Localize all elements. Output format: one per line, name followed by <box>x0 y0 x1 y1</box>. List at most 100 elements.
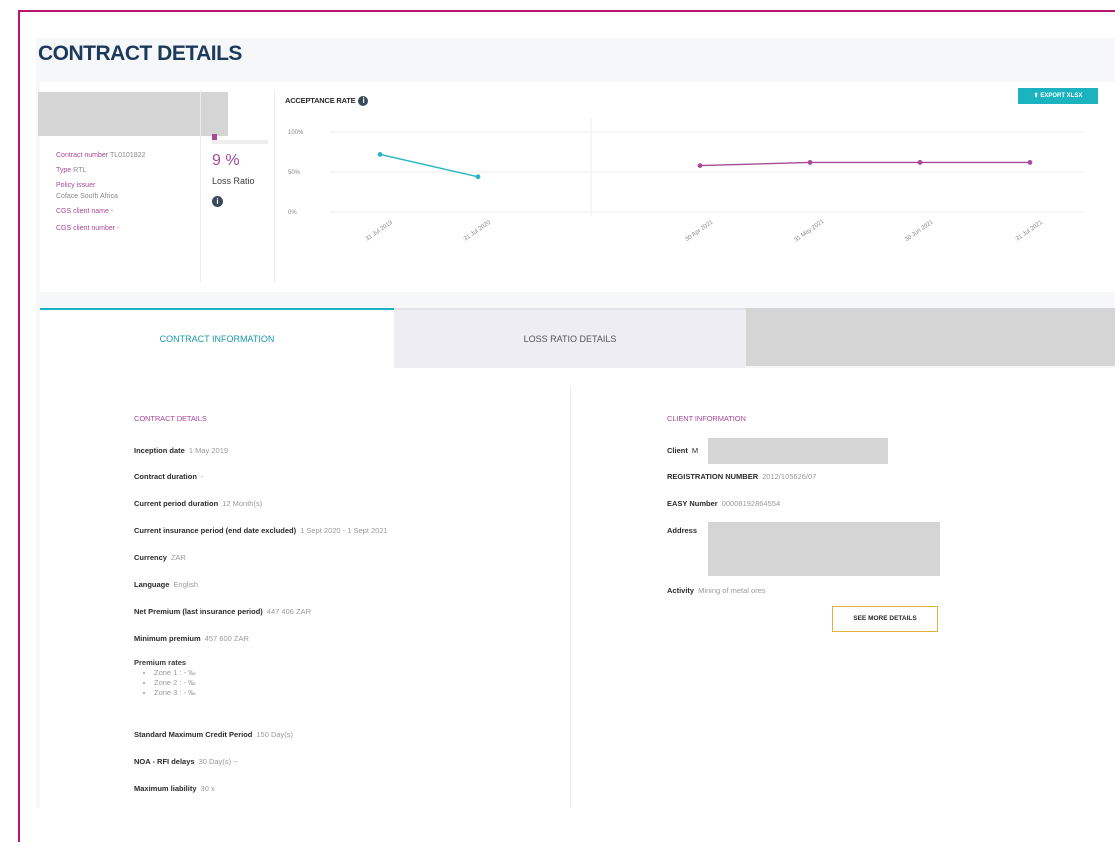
premium-rates: Premium rates Zone 1 : - ‰ Zone 2 : - ‰ … <box>134 658 196 698</box>
page-title: CONTRACT DETAILS <box>38 42 242 65</box>
series-line <box>379 153 479 178</box>
column-divider <box>570 386 571 808</box>
net-premium-field: Net Premium (last insurance period) 447 4… <box>134 607 311 616</box>
field-label: Currency <box>134 553 167 562</box>
current-period-duration-field: Current period duration 12 Month(s) <box>134 499 262 508</box>
easy-number-field: EASY Number 00008192864554 <box>667 499 780 508</box>
field-value: 457 600 ZAR <box>204 634 249 643</box>
data-point <box>475 174 481 180</box>
export-xlsx-button[interactable]: ⬆ EXPORT XLSX <box>1018 88 1098 104</box>
upload-icon: ⬆ <box>1033 93 1039 99</box>
field-value: M <box>691 446 699 455</box>
list-item: Zone 1 : - ‰ <box>154 668 196 678</box>
loss-ratio-block: 9 % Loss Ratio i <box>212 134 282 209</box>
x-tick-label: 31 May 2021 <box>793 218 825 243</box>
cgs-client-name-value: - <box>110 208 114 215</box>
premium-rates-list: Zone 1 : - ‰ Zone 2 : - ‰ Zone 3 : - ‰ <box>134 668 196 698</box>
y-tick-label: 50% <box>288 170 301 176</box>
data-point <box>1027 160 1033 165</box>
field-label: Activity <box>667 586 695 595</box>
field-label: Client <box>667 446 688 455</box>
field-value: 00008192864554 <box>721 499 781 508</box>
cgs-client-number-row: CGS client number - <box>56 223 216 234</box>
data-point <box>807 160 813 165</box>
field-value: 30 Day(s) -- <box>198 757 239 766</box>
cgs-client-name-row: CGS client name - <box>56 206 216 217</box>
acceptance-rate-title-text: ACCEPTANCE RATE <box>285 96 356 105</box>
divider <box>200 90 201 282</box>
field-value: 1 May 2019 <box>188 446 229 455</box>
cgs-client-number-label: CGS client number <box>56 225 116 232</box>
data-point <box>697 163 703 168</box>
divider <box>274 90 275 282</box>
maximum-liability-field: Maximum liability 30 x <box>134 784 215 793</box>
policy-issuer-row: Policy issuer Coface South Africa <box>56 180 216 202</box>
contract-details-title: CONTRACT DETAILS <box>134 414 207 423</box>
field-value: ZAR <box>170 553 186 562</box>
policy-issuer-label: Policy issuer <box>56 182 96 189</box>
inception-date-field: Inception date 1 May 2019 <box>134 446 228 455</box>
noa-rfi-delays-field: NOA - RFI delays 30 Day(s) -- <box>134 757 238 766</box>
x-tick-label: 30 Jun 2021 <box>904 219 935 243</box>
contract-number-row: Contract number TL0101822 <box>56 150 216 161</box>
tab-contract-information[interactable]: CONTRACT INFORMATION <box>40 308 394 368</box>
field-label: Minimum premium <box>134 634 201 643</box>
summary-card: Contract number TL0101822 Type RTL Polic… <box>38 82 1115 292</box>
field-value: 2012/105626/07 <box>762 472 817 481</box>
contract-summary: Contract number TL0101822 Type RTL Polic… <box>56 150 216 238</box>
field-label: Contract duration <box>134 472 197 481</box>
export-xlsx-label: EXPORT XLSX <box>1040 93 1083 99</box>
field-label: REGISTRATION NUMBER <box>667 472 759 481</box>
field-value: 150 Day(s) <box>256 730 294 739</box>
type-label: Type <box>56 167 72 174</box>
field-value: 447 406 ZAR <box>266 607 311 616</box>
tab-loss-ratio-details[interactable]: LOSS RATIO DETAILS <box>394 308 746 368</box>
field-label: Current insurance period (end date exclu… <box>134 526 297 535</box>
loss-ratio-track <box>212 140 268 144</box>
type-value: RTL <box>73 167 87 174</box>
language-field: Language English <box>134 580 198 589</box>
acceptance-rate-title: ACCEPTANCE RATE i <box>285 96 369 107</box>
contract-duration-field: Contract duration - <box>134 472 203 481</box>
policy-issuer-value: Coface South Africa <box>56 193 118 200</box>
series-line <box>699 161 1030 167</box>
standard-max-credit-period-field: Standard Maximum Credit Period 150 Day(s) <box>134 730 293 739</box>
registration-number-field: REGISTRATION NUMBER 2012/105626/07 <box>667 472 816 481</box>
redacted-tab <box>746 308 1115 366</box>
field-value: 1 Sept 2020 - 1 Sept 2021 <box>300 526 388 535</box>
cgs-client-number-value: - <box>117 225 120 232</box>
x-tick-label: 31 Jul 2019 <box>365 219 394 242</box>
info-icon[interactable]: i <box>212 196 223 207</box>
field-value: English <box>173 580 199 589</box>
field-value: 30 x <box>200 784 215 793</box>
field-label: Current period duration <box>134 499 219 508</box>
y-tick-label: 100% <box>288 130 304 136</box>
field-label: Language <box>134 580 170 589</box>
redacted-address <box>708 522 940 576</box>
field-label: Address <box>667 526 698 535</box>
x-tick-label: 31 Jul 2020 <box>463 219 492 242</box>
loss-ratio-label: Loss Ratio <box>212 176 255 186</box>
data-point <box>917 160 923 165</box>
loss-ratio-value: 9 % <box>212 152 240 169</box>
list-item: Zone 2 : - ‰ <box>154 678 196 688</box>
field-label: Inception date <box>134 446 185 455</box>
x-tick-label: 30 Apr 2021 <box>684 219 714 243</box>
minimum-premium-field: Minimum premium 457 600 ZAR <box>134 634 249 643</box>
app-window: CONTRACT DETAILS Contract number TL01018… <box>36 38 1115 808</box>
client-information-title: CLIENT INFORMATION <box>667 414 746 423</box>
acceptance-rate-chart: 100% 50% 0% 31 Jul 2019 31 Jul 2020 30 Apr 20… <box>288 118 1085 244</box>
tab-bar: CONTRACT INFORMATION LOSS RATIO DETAILS <box>40 308 1115 368</box>
current-insurance-period-field: Current insurance period (end date exclu… <box>134 526 388 535</box>
field-value: - <box>200 472 204 481</box>
type-row: Type RTL <box>56 165 216 176</box>
y-tick-label: 0% <box>288 210 297 216</box>
field-value: 12 Month(s) <box>222 499 263 508</box>
screenshot-frame: CONTRACT DETAILS Contract number TL01018… <box>18 10 1115 842</box>
currency-field: Currency ZAR <box>134 553 186 562</box>
cgs-client-name-label: CGS client name <box>56 208 109 215</box>
info-icon[interactable]: i <box>358 96 369 107</box>
data-point <box>377 152 383 157</box>
see-more-details-button[interactable]: SEE MORE DETAILS <box>832 606 938 632</box>
field-value: Mining of metal ores <box>698 586 766 595</box>
